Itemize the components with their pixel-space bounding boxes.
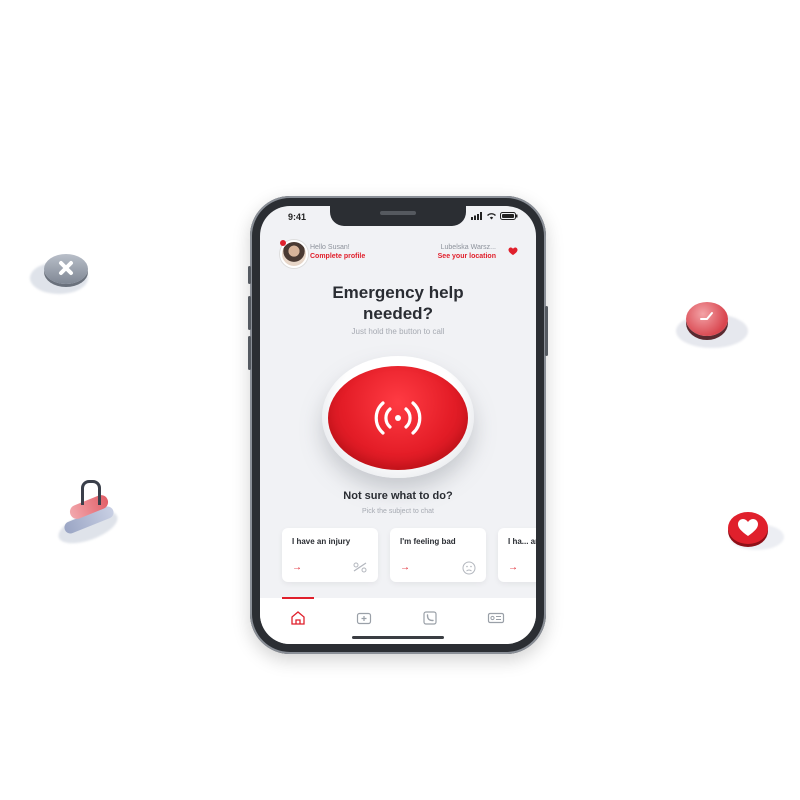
page-subtitle: Just hold the button to call [351,327,445,336]
avatar[interactable] [280,240,308,268]
help-title: Not sure what to do? [343,490,453,502]
subject-card-label: I'm feeling bad [400,537,456,546]
floating-stethoscope-badge [54,478,125,550]
wifi-icon [487,213,496,220]
status-time: 9:41 [288,212,307,222]
tab-id-card[interactable] [486,608,506,628]
phone-frame: 9:41 Hello Susan! Complete profile Lubel… [248,196,548,654]
phone-icon [423,611,437,625]
signal-icon [471,212,482,220]
home-icon [291,611,305,625]
stethoscope-icon [81,480,101,505]
id-card-icon [487,612,505,624]
app-screen: 9:41 Hello Susan! Complete profile Lubel… [260,206,536,644]
home-indicator [352,636,444,639]
heart-icon [508,247,518,256]
tab-first-aid[interactable] [354,608,374,628]
bandage-icon [353,562,367,573]
location-name: Lubelska Warsz... [440,244,496,251]
heart-icon [738,519,758,536]
favorites-button[interactable] [508,243,518,261]
app-header: Hello Susan! Complete profile Lubelska W… [280,240,520,268]
broadcast-signal-icon [374,401,422,435]
subject-card-label: I ha... an i... [508,537,536,546]
tab-home[interactable] [282,597,314,628]
battery-icon [500,212,518,220]
floating-close-badge [30,250,100,300]
tab-calls[interactable] [420,608,440,628]
page-title-line1: Emergency help [332,283,464,302]
subject-cards: I have an injury → I'm feeling bad → I h… [282,528,536,584]
page-title: Emergency help needed? [260,282,536,324]
close-icon [59,261,73,275]
arrow-right-icon: → [508,562,518,573]
emergency-call-button[interactable] [328,366,468,470]
greeting-text: Hello Susan! [310,244,350,251]
floating-clock-badge [672,300,752,352]
page-title-line2: needed? [363,304,433,323]
complete-profile-link[interactable]: Complete profile [310,253,365,260]
subject-card-label: I have an injury [292,537,351,546]
arrow-right-icon: → [292,562,302,573]
subject-card-injury[interactable]: I have an injury → [282,528,378,582]
clock-icon [700,312,713,320]
arrow-right-icon: → [400,562,410,573]
notification-dot [280,240,286,246]
subject-card-partial[interactable]: I ha... an i... → [498,528,536,582]
floating-heart-badge [722,508,786,552]
first-aid-icon [356,612,372,625]
subject-card-feeling-bad[interactable]: I'm feeling bad → [390,528,486,582]
sad-face-icon [462,561,476,575]
help-subtitle: Pick the subject to chat [362,508,434,515]
phone-notch [330,206,466,226]
see-location-link[interactable]: See your location [438,253,496,260]
